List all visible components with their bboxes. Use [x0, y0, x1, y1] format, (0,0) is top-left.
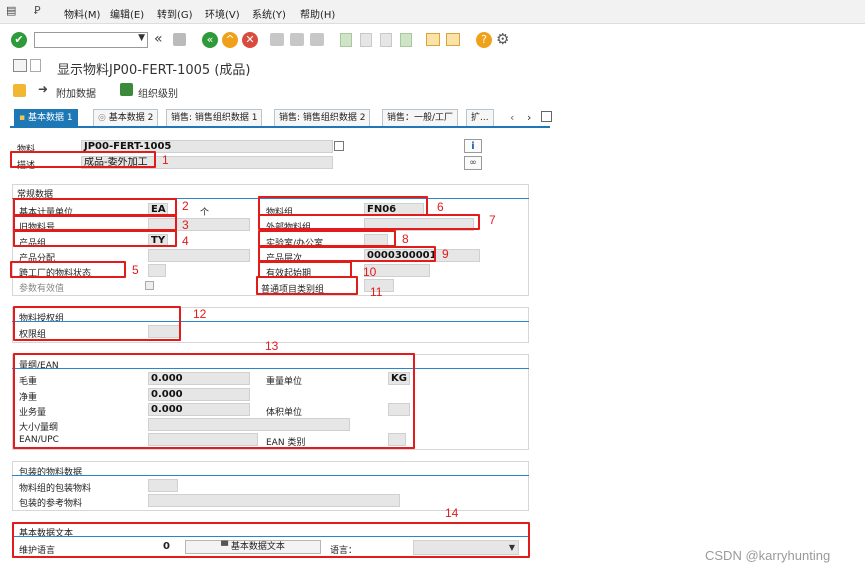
other-material-icon[interactable]: [13, 84, 26, 97]
tab-list-icon[interactable]: [541, 111, 552, 122]
tab-scroll-left-icon[interactable]: ‹: [510, 111, 514, 124]
highlight-box-8: [258, 230, 396, 247]
highlight-box-1: [10, 151, 156, 168]
settings-gear-icon[interactable]: ⚙: [496, 30, 509, 48]
highlight-box-2: [13, 198, 177, 216]
watermark: CSDN @karryhunting: [705, 548, 831, 563]
tab-scroll-right-icon[interactable]: ›: [527, 111, 531, 124]
menu-goto[interactable]: 转到(G): [157, 6, 193, 21]
page-title: 显示物料JP00-FERT-1005 (成品): [57, 63, 251, 78]
tab-radio-icon: ◎: [98, 113, 106, 123]
base-uom-text: 个: [200, 208, 210, 218]
highlight-box-12: [13, 306, 181, 341]
tab-underline: [10, 126, 550, 128]
find-icon[interactable]: [290, 33, 304, 46]
annotation-9: 9: [442, 247, 449, 261]
annotation-8: 8: [402, 232, 409, 246]
packaging-divider: [12, 475, 529, 476]
create-session-icon[interactable]: [426, 33, 440, 46]
enter-check-icon[interactable]: ✔: [11, 32, 27, 48]
find-next-icon[interactable]: [310, 33, 324, 46]
highlight-box-14: [12, 522, 530, 558]
highlight-box-7: [258, 214, 480, 230]
command-field[interactable]: ▼: [34, 32, 148, 48]
copy-icon[interactable]: [334, 141, 344, 151]
org-levels-button[interactable]: 组织级别: [138, 85, 178, 100]
annotation-1: 1: [162, 153, 169, 167]
ref-material-label: 包装的参考物料: [19, 499, 83, 509]
layout-icon: [13, 59, 27, 72]
help-icon[interactable]: ?: [476, 32, 492, 48]
annotation-6: 6: [437, 200, 444, 214]
arrow-right-icon: ➜: [38, 82, 49, 96]
previous-page-icon[interactable]: [360, 33, 372, 47]
back-icon[interactable]: «: [202, 32, 218, 48]
highlight-box-3: [13, 215, 177, 231]
highlight-box-9: [258, 246, 436, 262]
window-menu-icon[interactable]: ▤: [6, 4, 20, 18]
menu-material[interactable]: 物料(M): [64, 6, 100, 21]
last-page-icon[interactable]: [400, 33, 412, 47]
annotation-13: 13: [265, 339, 279, 353]
highlight-box-6: [258, 196, 428, 216]
matl-grp-pack-field[interactable]: [148, 479, 178, 492]
dropdown-icon[interactable]: [30, 59, 41, 72]
cancel-icon[interactable]: ✕: [242, 32, 258, 48]
menu-system[interactable]: 系统(Y): [252, 6, 286, 21]
packaging-title: 包装的物料数据: [19, 468, 83, 478]
annotation-11: 11: [370, 285, 383, 299]
menu-help[interactable]: 帮助(H): [300, 6, 335, 21]
first-page-icon[interactable]: [340, 33, 352, 47]
save-icon[interactable]: [173, 33, 186, 46]
annotation-7: 7: [489, 213, 496, 227]
xplant-status-field[interactable]: [148, 264, 166, 277]
annotation-3: 3: [182, 218, 189, 232]
product-allocation-field[interactable]: [148, 249, 250, 262]
highlight-box-4: [13, 230, 177, 247]
valid-values-label: 参数有效值: [19, 284, 65, 294]
ref-material-field[interactable]: [148, 494, 400, 507]
org-levels-icon: [120, 83, 133, 96]
valid-values-checkbox[interactable]: [145, 281, 154, 290]
annotation-2: 2: [182, 199, 189, 213]
print-icon[interactable]: [270, 33, 284, 46]
exit-icon[interactable]: ^: [222, 32, 238, 48]
info-icon[interactable]: i: [464, 139, 482, 153]
highlight-box-5: [10, 261, 126, 278]
tab-status-icon: ▪: [19, 113, 26, 123]
menu-edit[interactable]: 编辑(E): [110, 6, 144, 21]
menu-environment[interactable]: 环境(V): [205, 6, 240, 21]
annotation-4: 4: [182, 234, 189, 248]
annotation-10: 10: [363, 265, 377, 279]
double-chevron-left-icon[interactable]: «: [154, 31, 163, 47]
shortcut-icon[interactable]: [446, 33, 460, 46]
annotation-12: 12: [193, 307, 207, 321]
menu-bar: ▤ Ꝑ 物料(M) 编辑(E) 转到(G) 环境(V) 系统(Y) 帮助(H): [0, 0, 865, 24]
additional-data-button[interactable]: 附加数据: [56, 85, 96, 100]
highlight-box-11: [256, 276, 358, 295]
glasses-icon[interactable]: ∞: [464, 156, 482, 170]
sap-logo-icon: Ꝑ: [34, 4, 41, 17]
highlight-box-13: [13, 353, 415, 449]
annotation-5: 5: [132, 263, 139, 277]
matl-grp-pack-label: 物料组的包装物料: [19, 484, 92, 494]
annotation-14: 14: [445, 506, 459, 520]
command-input[interactable]: [35, 33, 135, 47]
next-page-icon[interactable]: [380, 33, 392, 47]
chevron-down-icon[interactable]: ▼: [138, 33, 145, 43]
